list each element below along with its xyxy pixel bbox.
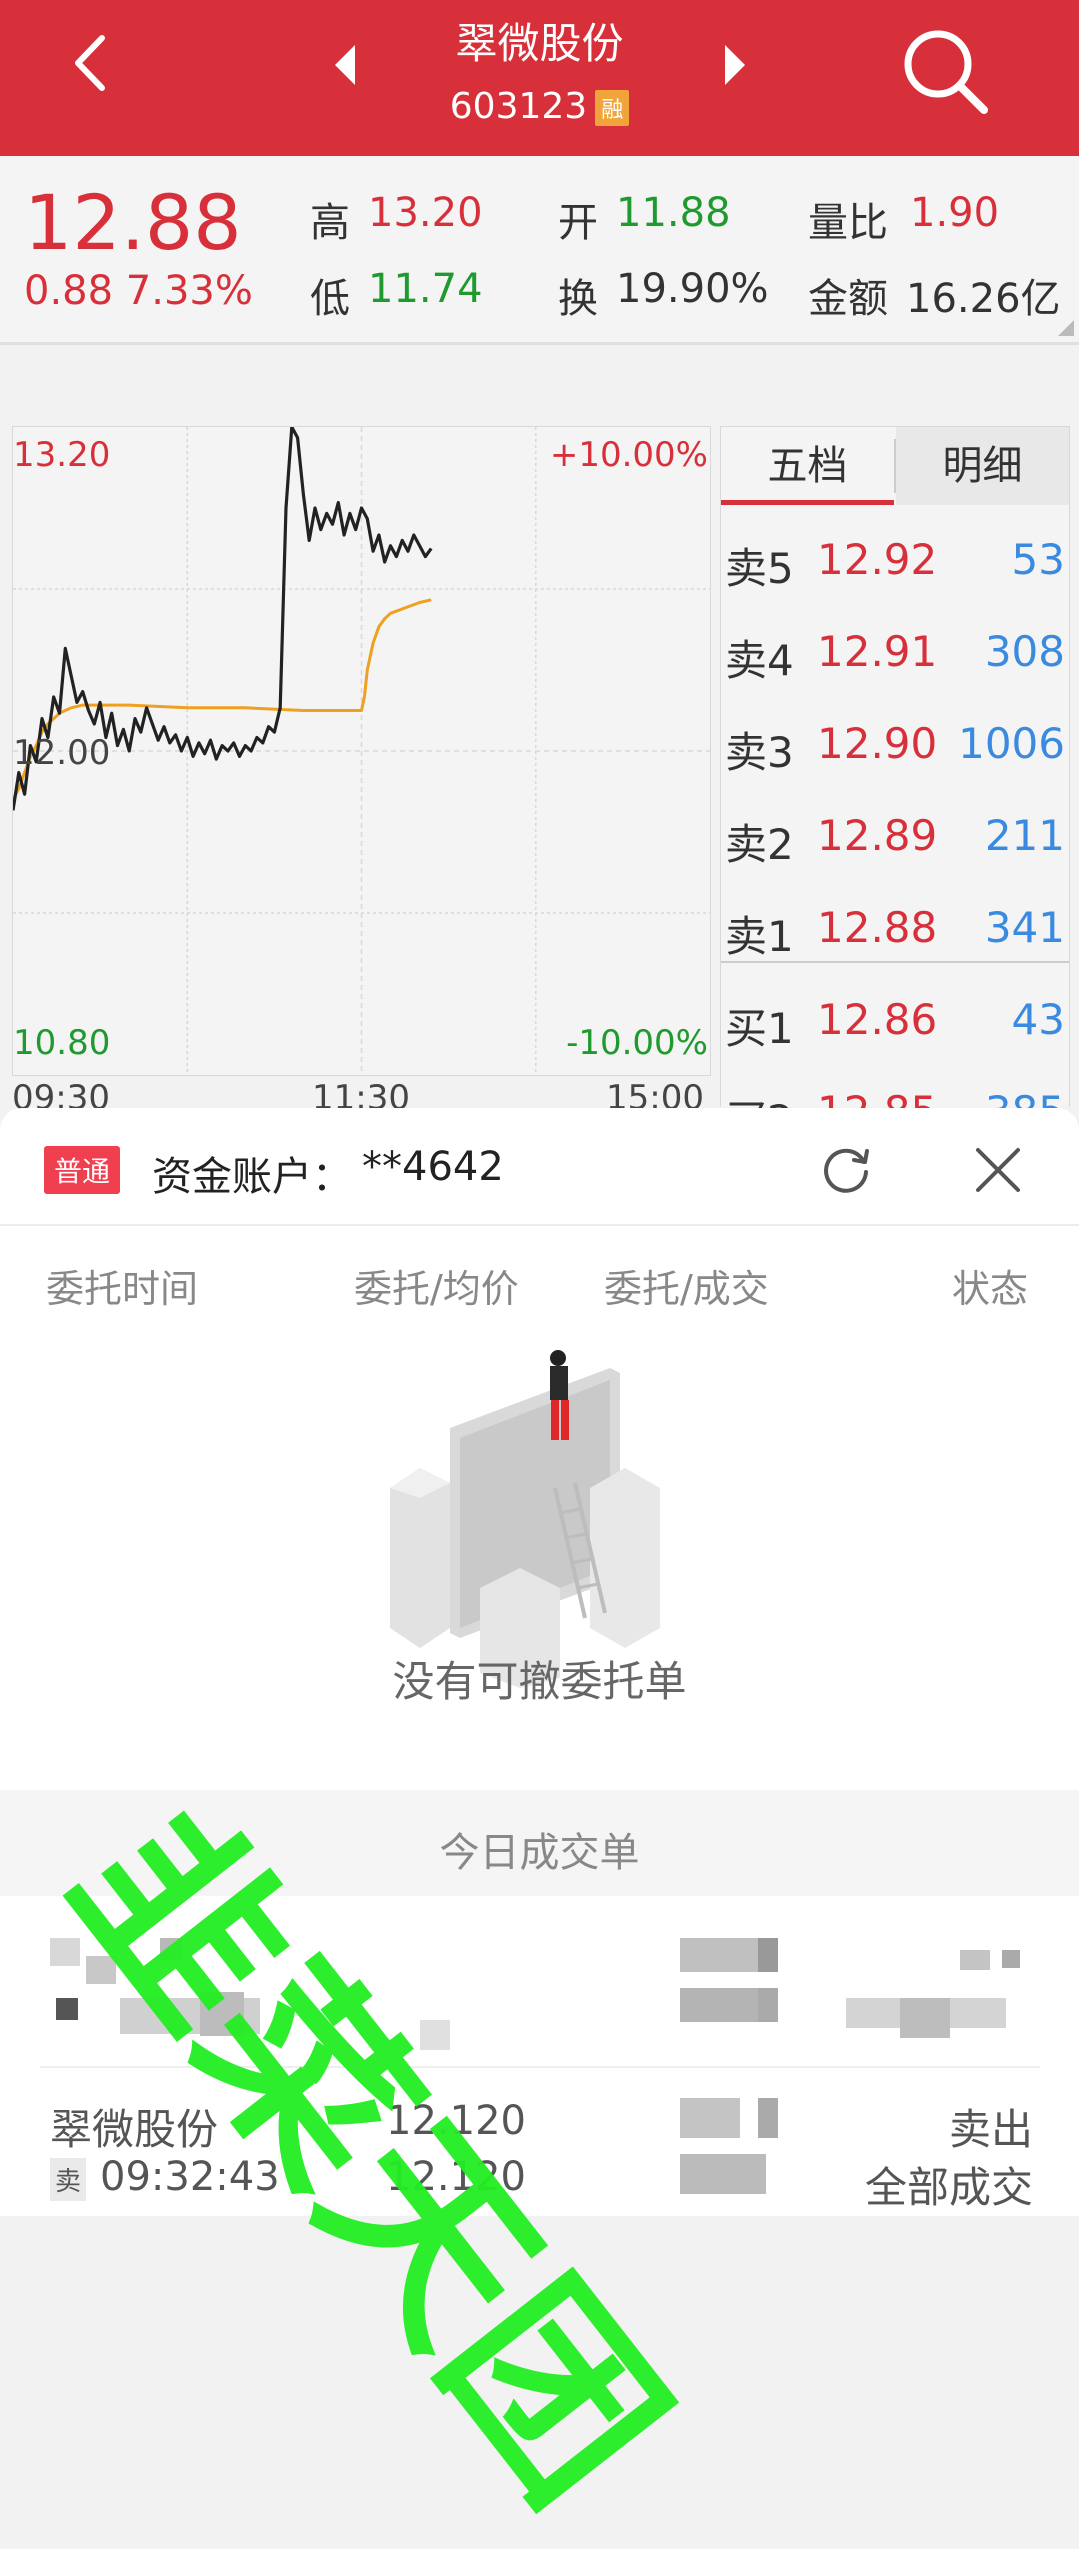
empty-state-text: 没有可撤委托单 (392, 1657, 687, 1706)
buy-row-1[interactable]: 买1 12.86 43 (721, 977, 1069, 1067)
low-label: 低 (310, 276, 350, 322)
open-value: 11.88 (616, 190, 731, 236)
quote-panel: 12.88 0.88 7.33% 高 13.20 低 11.74 开 11.88… (0, 156, 1079, 345)
trade-status: 全部成交 (864, 2163, 1033, 2212)
next-stock-button[interactable] (715, 40, 755, 90)
margin-badge: 融 (595, 90, 630, 126)
open-label: 开 (558, 200, 598, 246)
amount-label: 金额 (808, 276, 888, 322)
search-button[interactable] (898, 24, 994, 120)
volume-ratio-label: 量比 (808, 200, 888, 246)
buy-volume: 43 (1011, 995, 1065, 1044)
column-header-qty: 委托/成交 (604, 1267, 769, 1311)
y-axis-bottom-label: 10.80 (13, 1023, 111, 1063)
sell-row-5[interactable]: 卖5 12.92 53 (721, 517, 1069, 607)
search-icon (904, 30, 988, 114)
high-value: 13.20 (368, 190, 483, 236)
y-axis-top-label: 13.20 (13, 435, 111, 475)
sell-volume: 211 (984, 811, 1065, 860)
sheet-divider (0, 1224, 1079, 1226)
intraday-chart-svg (13, 427, 710, 1075)
sell-row-3[interactable]: 卖3 12.90 1006 (721, 701, 1069, 791)
censored-cell (758, 2098, 778, 2138)
sell-level-label: 卖3 (725, 728, 794, 777)
empty-state-illustration (390, 1350, 660, 1688)
high-label: 高 (310, 200, 350, 246)
intraday-chart[interactable]: 13.20 12.00 10.80 +10.00% -10.00% (12, 426, 711, 1076)
sell-price: 12.89 (817, 811, 938, 860)
close-icon[interactable] (972, 1144, 1024, 1196)
sell-price: 12.88 (817, 903, 938, 952)
last-price: 12.88 (24, 178, 242, 267)
pct-bottom-label: -10.00% (566, 1023, 708, 1063)
sell-price: 12.92 (817, 535, 938, 584)
chart-grid (13, 427, 710, 1075)
expand-corner-icon[interactable] (1058, 320, 1074, 336)
trade-direction: 卖出 (948, 2105, 1033, 2154)
turnover-label: 换 (558, 276, 598, 322)
y-axis-mid-label: 12.00 (13, 733, 111, 773)
change-percent: 7.33% (125, 268, 253, 314)
buy-level-label: 买1 (725, 1004, 794, 1053)
column-header-price: 委托/均价 (354, 1267, 519, 1311)
sell-level-label: 卖2 (725, 820, 794, 869)
sell-volume: 53 (1011, 535, 1065, 584)
next-stock-icon (725, 45, 745, 85)
change-value: 0.88 (24, 268, 114, 314)
top-bar: 翠微股份 603123 融 (0, 0, 1079, 156)
pct-top-label: +10.00% (549, 435, 708, 475)
price-change: 0.88 7.33% (24, 268, 253, 314)
censored-cell (680, 2154, 766, 2194)
order-book: 五档 明细 卖5 12.92 53 卖4 12.91 308 卖3 12.90 … (720, 426, 1070, 1145)
stock-code: 603123 (449, 86, 588, 127)
sell-row-4[interactable]: 卖4 12.91 308 (721, 609, 1069, 699)
low-value: 11.74 (368, 266, 483, 312)
sell-row-2[interactable]: 卖2 12.89 211 (721, 793, 1069, 883)
tab-five-levels[interactable]: 五档 (721, 427, 894, 505)
censored-cell (680, 2098, 740, 2138)
turnover-value: 19.90% (616, 266, 769, 312)
trade-side-badge: 卖 (50, 2158, 87, 2201)
tab-details[interactable]: 明细 (896, 427, 1069, 505)
sell-volume: 1006 (958, 719, 1065, 768)
amount-value: 16.26亿 (906, 276, 1061, 322)
column-header-status: 状态 (952, 1267, 1029, 1311)
tab-divider (894, 439, 896, 493)
volume-ratio-value: 1.90 (910, 190, 1000, 236)
book-divider (721, 961, 1069, 963)
account-label: 资金账户： (152, 1154, 352, 1200)
sell-level-label: 卖5 (725, 544, 794, 593)
sell-price: 12.90 (817, 719, 938, 768)
sell-volume: 341 (984, 903, 1065, 952)
sell-level-label: 卖1 (725, 912, 794, 961)
sell-level-label: 卖4 (725, 636, 794, 685)
sell-price: 12.91 (817, 627, 938, 676)
buy-price: 12.86 (817, 995, 938, 1044)
column-header-time: 委托时间 (46, 1267, 199, 1311)
refresh-icon[interactable] (816, 1138, 876, 1198)
sell-volume: 308 (984, 627, 1065, 676)
account-type-badge: 普通 (44, 1146, 121, 1194)
account-number: **4642 (362, 1144, 504, 1190)
